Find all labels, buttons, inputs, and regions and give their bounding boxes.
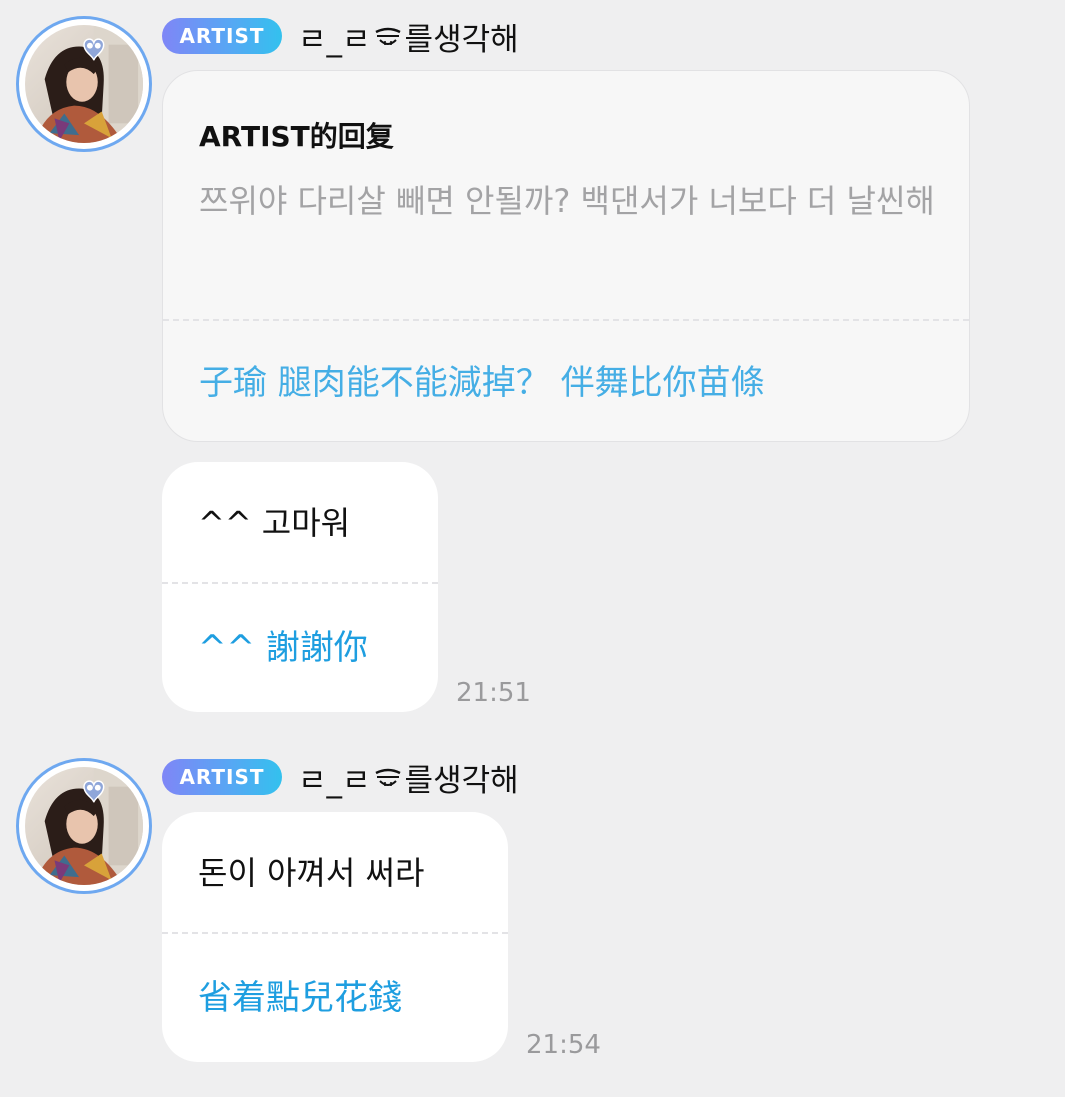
avatar-photo [25, 25, 143, 143]
smile-face-icon [374, 768, 401, 786]
message-original-text: ^^ 고마워 [198, 504, 351, 542]
artist-badge: ARTIST [162, 18, 282, 54]
username-prefix: ㄹ_ㄹ [298, 762, 371, 799]
message-translation: 省着點兒花錢 [198, 978, 402, 1018]
artist-avatar[interactable] [16, 758, 152, 894]
username-suffix: 를생각해 [404, 762, 519, 799]
divider [163, 319, 969, 321]
reply-translation: 子瑜 腿肉能不能減掉？ 伴舞比你苗條 [199, 363, 765, 403]
username[interactable]: ㄹ_ㄹ 를생각해 [298, 16, 519, 58]
reply-title: ARTIST的回复 [199, 120, 394, 153]
smile-face-icon [374, 27, 401, 45]
divider [162, 932, 508, 934]
artist-reply-bubble[interactable]: ARTIST的回复 쯔위야 다리살 빼면 안될까? 백댄서가 너보다 더 날씬해… [162, 70, 970, 442]
message-translation: ^^ 謝謝你 [198, 628, 368, 668]
divider [162, 582, 438, 584]
username-prefix: ㄹ_ㄹ [298, 21, 371, 58]
message-timestamp: 21:54 [526, 1030, 601, 1060]
message-timestamp: 21:51 [456, 678, 531, 708]
message-bubble[interactable]: 돈이 아껴서 써라 省着點兒花錢 [162, 812, 508, 1062]
username-suffix: 를생각해 [404, 21, 519, 58]
avatar-photo [25, 767, 143, 885]
reply-original-text: 쯔위야 다리살 빼면 안될까? 백댄서가 너보다 더 날씬해 [199, 182, 935, 220]
artist-avatar[interactable] [16, 16, 152, 152]
message-bubble[interactable]: ^^ 고마워 ^^ 謝謝你 [162, 462, 438, 712]
artist-badge: ARTIST [162, 759, 282, 795]
message-original-text: 돈이 아껴서 써라 [198, 854, 425, 892]
username[interactable]: ㄹ_ㄹ 를생각해 [298, 757, 519, 799]
